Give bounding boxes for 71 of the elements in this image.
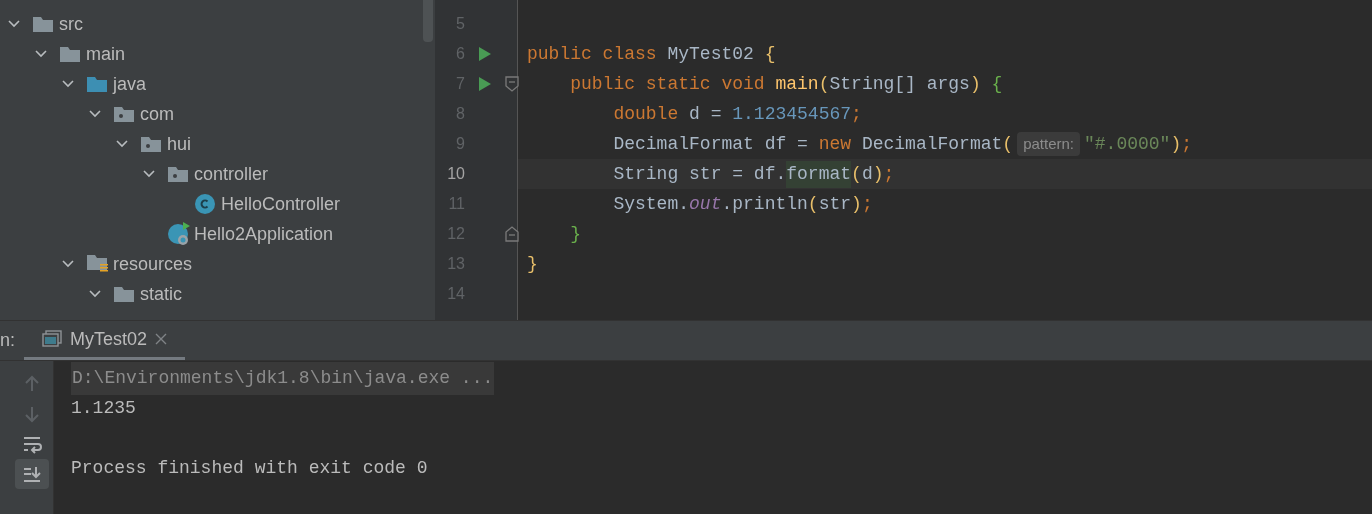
run-label: n:	[0, 329, 16, 352]
folder-icon	[60, 46, 80, 62]
tree-item[interactable]: hui	[167, 130, 192, 158]
package-icon	[141, 136, 161, 152]
parameter-hint: pattern:	[1017, 131, 1080, 157]
folder-icon	[87, 76, 107, 92]
code-token: d	[861, 162, 873, 186]
tree-item[interactable]: controller	[194, 160, 269, 188]
folder-icon	[33, 16, 53, 32]
code-token: ;	[851, 102, 862, 126]
code-token: public static void	[569, 72, 766, 96]
code-token: ;	[1181, 132, 1193, 156]
code-token: }	[569, 222, 581, 246]
tree-item[interactable]: com	[140, 100, 174, 128]
code-token: (	[807, 192, 819, 216]
tree-item[interactable]: java	[113, 70, 147, 98]
code-token: format	[786, 160, 852, 188]
line-number: 10	[447, 164, 465, 184]
scroll-to-end-button[interactable]	[14, 459, 49, 489]
code-token: (	[851, 162, 862, 186]
code-token: )	[1170, 132, 1182, 156]
package-icon	[168, 166, 188, 182]
tree-item[interactable]: static	[140, 280, 182, 308]
console-icon	[42, 330, 62, 348]
code-token: 1.123454567	[732, 102, 852, 126]
scroll-to-end-icon	[21, 464, 42, 484]
code-token: ;	[883, 162, 895, 186]
tree-item[interactable]: resources	[113, 250, 193, 278]
runnable-class-icon	[168, 222, 192, 246]
fold-start-icon[interactable]	[505, 76, 519, 92]
tree-item[interactable]: Hello2Application	[194, 220, 334, 248]
tab-label: MyTest02	[70, 327, 148, 351]
folder-icon	[114, 286, 134, 302]
code-token: ;	[861, 192, 873, 216]
code-token: new	[818, 132, 853, 156]
code-token: .println	[721, 192, 808, 216]
code-token: System.	[612, 192, 690, 216]
soft-wrap-icon	[21, 434, 42, 454]
tree-item[interactable]: main	[86, 40, 125, 68]
code-token: }	[527, 252, 538, 276]
console-command: D:\Environments\jdk1.8\bin\java.exe ...	[71, 361, 495, 395]
tree-item[interactable]: HelloController	[221, 190, 341, 218]
code-token: String str = df.	[612, 162, 787, 186]
code-token: double	[612, 102, 680, 126]
console-output: Process finished with exit code 0	[71, 456, 428, 480]
console-output: 1.1235	[71, 396, 136, 420]
code-token: "#.0000"	[1084, 132, 1171, 156]
code-token: {	[764, 42, 776, 66]
code-token: d =	[689, 102, 723, 126]
code-token: (	[818, 72, 830, 96]
fold-end-icon[interactable]	[505, 226, 519, 242]
code-token: )	[851, 192, 862, 216]
code-token: )	[969, 72, 981, 96]
code-token: {	[990, 72, 1003, 96]
code-token: str	[818, 192, 852, 216]
class-icon	[195, 194, 215, 214]
code-token: main	[775, 72, 819, 96]
run-icon[interactable]	[479, 47, 491, 61]
package-icon	[114, 106, 134, 122]
run-icon[interactable]	[479, 77, 491, 91]
code-token: (	[1002, 132, 1014, 156]
code-token: out	[689, 192, 722, 216]
code-token: DecimalFormat df =	[612, 132, 809, 156]
code-token: public class	[527, 42, 658, 66]
code-token: DecimalFormat	[861, 132, 1003, 156]
code-token: )	[872, 162, 884, 186]
tree-item[interactable]: src	[59, 10, 83, 38]
resources-folder-icon	[87, 254, 109, 274]
code-token: MyTest02	[667, 42, 755, 66]
close-icon[interactable]	[155, 333, 168, 345]
code-token: String[] args	[829, 72, 970, 96]
